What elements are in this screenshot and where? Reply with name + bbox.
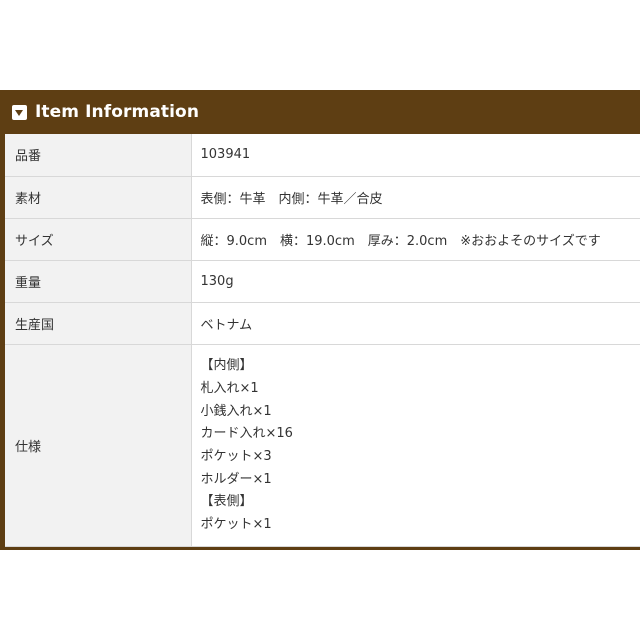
row-value: 縦：9.0cm 横：19.0cm 厚み：2.0cm ※おおよそのサイズです (191, 218, 640, 261)
row-label: サイズ (5, 218, 192, 261)
section-title: Item Information (35, 102, 200, 122)
spec-line: 札入れ×1 (200, 380, 259, 396)
row-label: 素材 (5, 176, 192, 219)
row-label: 重量 (5, 260, 192, 303)
caret-down-square-icon (12, 104, 27, 120)
spec-value: 【内側】 札入れ×1 小銭入れ×1 カード入れ×16 ポケット×3 ホルダー×1… (191, 344, 640, 547)
table-row-weight: 重量 130g (5, 260, 640, 303)
item-info-table: 品番 103941 素材 表側：牛革 内側：牛革／合皮 サイズ 縦：9.0cm … (5, 134, 640, 547)
spec-line: ポケット×3 (200, 449, 272, 464)
spec-line: ホルダー×1 (200, 471, 272, 487)
spec-line: カード入れ×16 (200, 426, 293, 442)
row-label: 生産国 (5, 302, 192, 345)
table-row-country: 生産国 ベトナム (5, 302, 640, 345)
section-header: Item Information (0, 90, 640, 134)
row-label: 仕様 (5, 344, 192, 547)
row-value: ベトナム (191, 302, 640, 345)
row-label: 品番 (5, 134, 192, 177)
item-information-panel: Item Information 品番 103941 素材 表側：牛革 内側：牛… (0, 90, 640, 550)
row-value: 103941 (191, 134, 640, 177)
row-value: 130g (191, 260, 640, 303)
spec-line: 小銭入れ×1 (200, 403, 272, 419)
table-row-product-number: 品番 103941 (5, 134, 640, 177)
table-row-size: サイズ 縦：9.0cm 横：19.0cm 厚み：2.0cm ※おおよそのサイズで… (5, 218, 640, 261)
table-row-spec: 仕様 【内側】 札入れ×1 小銭入れ×1 カード入れ×16 ポケット×3 ホルダ… (5, 344, 640, 547)
spec-line: 【内側】 (200, 358, 253, 374)
row-value: 表側：牛革 内側：牛革／合皮 (191, 176, 640, 219)
spec-list: 【内側】 札入れ×1 小銭入れ×1 カード入れ×16 ポケット×3 ホルダー×1… (201, 353, 640, 537)
spec-line: 【表側】 (200, 494, 253, 510)
table-row-material: 素材 表側：牛革 内側：牛革／合皮 (5, 176, 640, 219)
spec-line: ポケット×1 (200, 517, 272, 533)
